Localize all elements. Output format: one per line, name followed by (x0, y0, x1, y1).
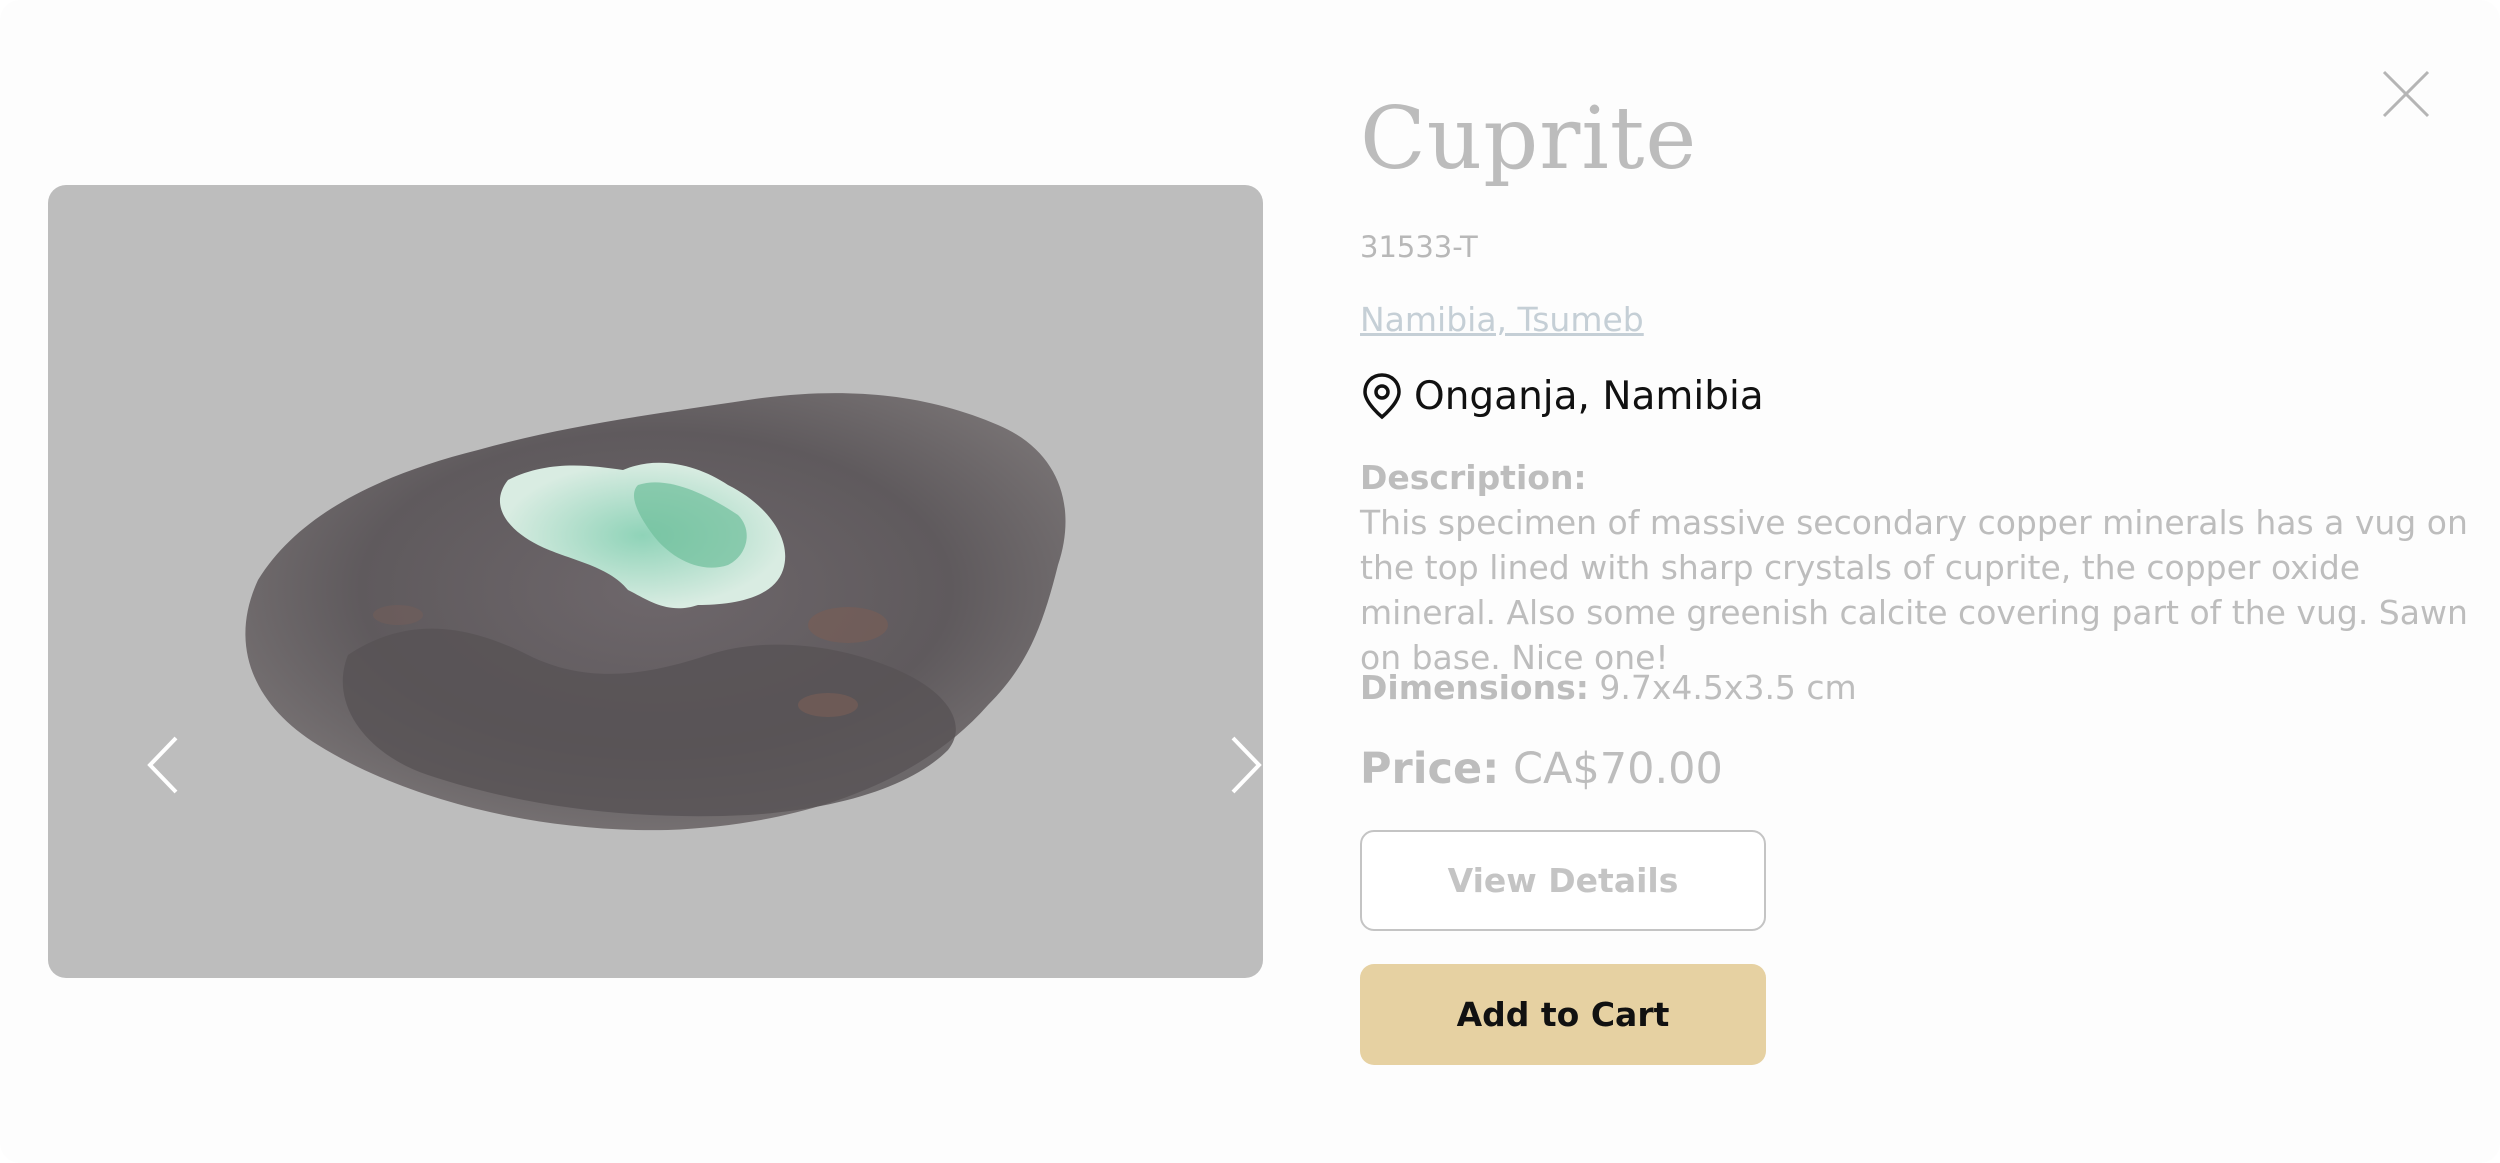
locality-row: Onganja, Namibia (1360, 372, 1764, 420)
description-text: This specimen of massive secondary coppe… (1360, 503, 2468, 677)
add-to-cart-button[interactable]: Add to Cart (1360, 964, 1766, 1065)
region-link[interactable]: Namibia, Tsumeb (1360, 300, 1644, 339)
product-quick-view-modal: Cuprite 31533-T Namibia, Tsumeb Onganja,… (0, 0, 2500, 1163)
chevron-left-icon (147, 736, 178, 794)
product-sku: 31533-T (1360, 230, 1478, 264)
map-pin-icon (1363, 373, 1401, 420)
product-title: Cuprite (1360, 89, 1698, 189)
price: Price: CA$70.00 (1360, 744, 1723, 794)
price-label: Price: (1360, 744, 1500, 794)
product-image-carousel[interactable] (48, 185, 1263, 978)
locality-text: Onganja, Namibia (1414, 373, 1764, 419)
carousel-next-button[interactable] (1213, 730, 1263, 800)
close-icon (2382, 70, 2430, 118)
description-label: Description: (1360, 458, 1587, 497)
close-button[interactable] (2380, 68, 2432, 120)
view-details-button[interactable]: View Details (1360, 830, 1766, 931)
chevron-right-icon (1231, 736, 1262, 794)
product-photo (245, 393, 1066, 831)
dimensions-label: Dimensions: (1360, 668, 1589, 707)
carousel-prev-button[interactable] (136, 730, 196, 800)
dimensions-value: 9.7x4.5x3.5 cm (1599, 668, 1857, 707)
price-value: CA$70.00 (1512, 744, 1723, 794)
dimensions: Dimensions: 9.7x4.5x3.5 cm (1360, 668, 1857, 707)
